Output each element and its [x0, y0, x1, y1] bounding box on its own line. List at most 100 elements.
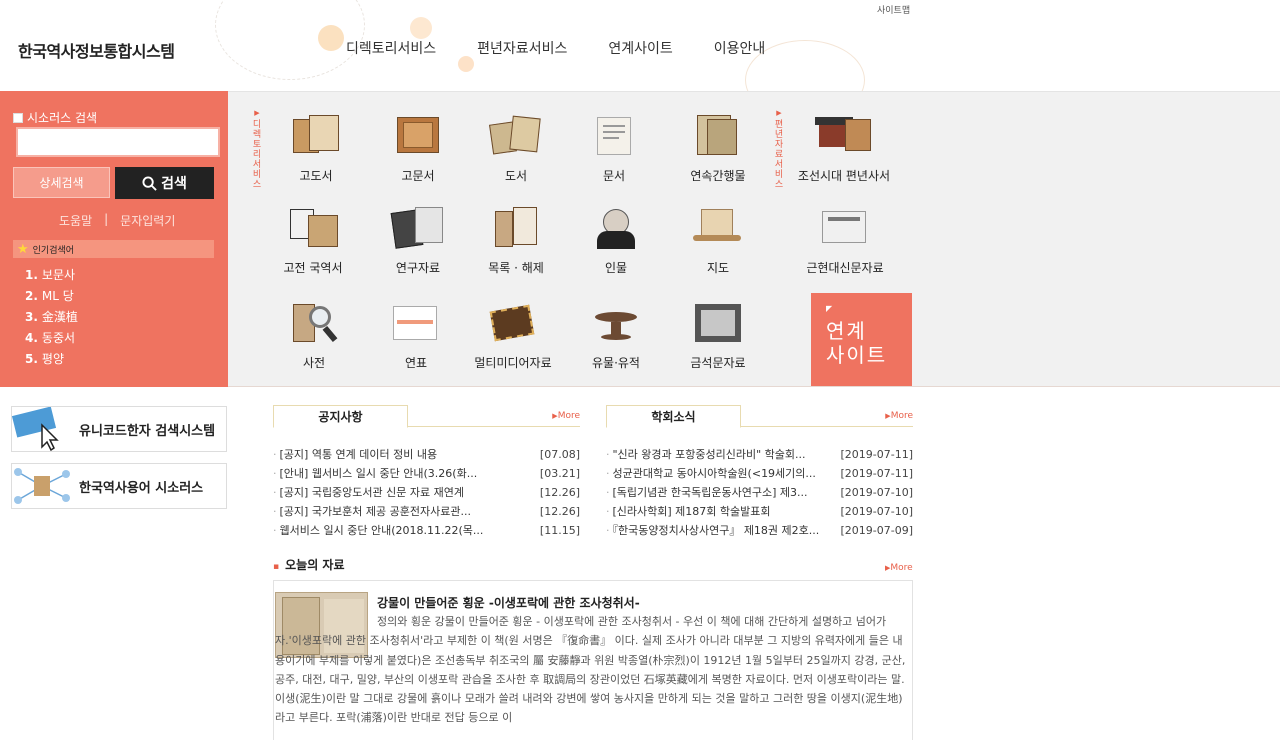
- list-item[interactable]: [공지] 국립중앙도서관 신문 자료 재연계 [12.26]: [273, 483, 581, 502]
- list-item[interactable]: [공지] 국가보훈처 제공 공훈전자사료관... [12.26]: [273, 502, 581, 521]
- category-old-books[interactable]: 고도서: [266, 113, 366, 184]
- category-catalog-bibliography[interactable]: 목록 · 해제: [466, 205, 566, 276]
- category-people[interactable]: 인물: [566, 205, 666, 276]
- society-more-link[interactable]: ▶More: [885, 411, 913, 421]
- nav-chronicle-service[interactable]: 편년자료서비스: [477, 38, 567, 58]
- category-label: 사전: [302, 356, 326, 370]
- category-multimedia[interactable]: 멀티미디어자료: [463, 300, 563, 371]
- thesaurus-checkbox[interactable]: [13, 112, 23, 123]
- list-item[interactable]: [공지] 역통 연계 데이터 정비 내용 [07.08]: [273, 445, 581, 464]
- nav-linked-sites[interactable]: 연계사이트: [608, 38, 672, 58]
- category-serials[interactable]: 연속간행물: [668, 113, 768, 184]
- category-dictionary[interactable]: 사전: [264, 300, 364, 371]
- popular-search-item[interactable]: 5. 평양: [25, 351, 78, 372]
- list-item[interactable]: 성균관대학교 동아시아학술원(<19세기의... [2019-07-11]: [606, 464, 914, 483]
- help-links: 도움말 | 문자입력기: [59, 212, 175, 229]
- notice-list: [공지] 역통 연계 데이터 정비 내용 [07.08] [안내] 웹서비스 일시…: [273, 445, 581, 540]
- category-label: 연구자료: [395, 261, 441, 275]
- chronicle-service-label: ▶ 편년자료서비스: [773, 108, 785, 190]
- tab-notice[interactable]: 공지사항: [273, 405, 408, 428]
- banner-title: 유니코드한자 검색시스템: [79, 424, 216, 439]
- category-relics-sites[interactable]: 유물·유적: [566, 300, 666, 371]
- help-link[interactable]: 도움말: [59, 212, 92, 229]
- category-label: 목록 · 해제: [488, 261, 544, 275]
- item-date: [2019-07-11]: [840, 448, 913, 461]
- item-date: [2019-07-10]: [840, 505, 913, 518]
- popular-search-item[interactable]: 2. ML 당: [25, 288, 78, 309]
- nav-directory-service[interactable]: 디렉토리서비스: [346, 38, 436, 58]
- category-research-materials[interactable]: 연구자료: [368, 205, 468, 276]
- category-books[interactable]: 도서: [466, 113, 566, 184]
- sitemap-link[interactable]: 사이트맵: [877, 3, 910, 16]
- category-documents[interactable]: 문서: [564, 113, 664, 184]
- category-old-documents[interactable]: 고문서: [368, 113, 468, 184]
- category-label: 도서: [504, 169, 528, 183]
- triangle-icon: ▶: [776, 109, 782, 117]
- site-logo[interactable]: 한국역사정보통합시스템: [18, 38, 175, 62]
- keyword: ML 당: [41, 289, 74, 303]
- corner-arrow-icon: ◤: [826, 304, 833, 313]
- today-material-heading[interactable]: 강물이 만들어준 횡운 -이생포락에 관한 조사청취서-: [377, 594, 640, 611]
- notice-more-link[interactable]: ▶More: [552, 411, 580, 421]
- item-title: 웹서비스 일시 중단 안내(2018.11.22(목...: [273, 521, 484, 540]
- item-title: [독립기념관 한국독립운동사연구소] 제3...: [606, 483, 808, 502]
- popular-search-item[interactable]: 1. 보문사: [25, 267, 78, 288]
- books-icon: [487, 113, 545, 161]
- tab-society-news[interactable]: 학회소식: [606, 405, 741, 428]
- char-input-link[interactable]: 문자입력기: [120, 212, 175, 229]
- main-nav: 디렉토리서비스 편년자료서비스 연계사이트 이용안내: [346, 38, 806, 58]
- old-books-icon: [287, 113, 345, 161]
- keyword: 보문사: [41, 268, 76, 282]
- relic-vessel-icon: [587, 300, 645, 348]
- category-label: 금석문자료: [690, 356, 746, 370]
- item-date: [12.26]: [539, 505, 580, 518]
- popular-search-item[interactable]: 4. 동중서: [25, 330, 78, 351]
- hanja-cursor-icon: [12, 407, 59, 451]
- list-item[interactable]: [안내] 웹서비스 일시 중단 안내(3.26(화... [03.21]: [273, 464, 581, 483]
- item-date: [07.08]: [539, 448, 580, 461]
- catalog-icon: [487, 205, 545, 253]
- thesaurus-label: 시소러스 검색: [27, 111, 98, 125]
- item-date: [11.15]: [539, 524, 580, 537]
- linked-site-button[interactable]: ◤ 연계 사이트: [811, 293, 912, 386]
- notice-board: 공지사항 ▶More [공지] 역통 연계 데이터 정비 내용 [07.08] […: [273, 405, 580, 540]
- category-label: 조선시대 편년사서: [797, 169, 891, 183]
- category-joseon-chronicles[interactable]: 조선시대 편년사서: [794, 113, 894, 184]
- category-label: 연속간행물: [690, 169, 746, 183]
- linked-site-line2: 사이트: [826, 343, 888, 367]
- category-classic-translations[interactable]: 고전 국역서: [263, 205, 363, 276]
- item-title: [공지] 국립중앙도서관 신문 자료 재연계: [273, 483, 465, 502]
- detail-search-button[interactable]: 상세검색: [13, 167, 110, 198]
- list-item[interactable]: 웹서비스 일시 중단 안내(2018.11.22(목... [11.15]: [273, 521, 581, 540]
- list-item[interactable]: [독립기념관 한국독립운동사연구소] 제3... [2019-07-10]: [606, 483, 914, 502]
- search-button-label: 검색: [161, 176, 187, 192]
- category-chronology[interactable]: 연표: [366, 300, 466, 371]
- thesaurus-search-option[interactable]: 시소러스 검색: [13, 109, 97, 126]
- thesaurus-banner[interactable]: 한국역사용어 시소러스: [11, 463, 227, 509]
- more-label: More: [890, 411, 913, 421]
- today-more-link[interactable]: ▶More: [885, 563, 913, 573]
- today-material-title: 오늘의 자료: [273, 556, 344, 573]
- search-input[interactable]: [18, 129, 218, 155]
- category-modern-newspapers[interactable]: 근현대신문자료: [795, 205, 895, 276]
- directory-service-label: ▶ 디렉토리서비스: [251, 108, 263, 190]
- unicode-hanja-banner[interactable]: 유니코드한자 검색시스템: [11, 406, 227, 452]
- linked-site-title: 연계 사이트: [826, 319, 887, 367]
- category-maps[interactable]: 지도: [668, 205, 768, 276]
- list-item[interactable]: "신라 왕경과 포항중성리신라비" 학술회... [2019-07-11]: [606, 445, 914, 464]
- search-button[interactable]: 검색: [115, 167, 214, 199]
- list-item[interactable]: [신라사학회] 제187회 학술발표회 [2019-07-10]: [606, 502, 914, 521]
- category-epigraphs[interactable]: 금석문자료: [668, 300, 768, 371]
- search-icon: [142, 175, 157, 191]
- item-title: [공지] 역통 연계 데이터 정비 내용: [273, 445, 438, 464]
- rank-number: 5.: [25, 352, 38, 366]
- nav-usage-guide[interactable]: 이용안내: [714, 38, 766, 58]
- chronicle-service-text: 편년자료서비스: [774, 120, 784, 190]
- list-item[interactable]: 『한국동양정치사상사연구』 제18권 제2호... [2019-07-09]: [606, 521, 914, 540]
- item-title: [공지] 국가보훈처 제공 공훈전자사료관...: [273, 502, 471, 521]
- item-date: [03.21]: [539, 467, 580, 480]
- category-label: 지도: [706, 261, 730, 275]
- directory-service-text: 디렉토리서비스: [252, 120, 262, 190]
- society-tab-header: 학회소식 ▶More: [606, 405, 913, 428]
- popular-search-item[interactable]: 3. 金漢植: [25, 309, 78, 330]
